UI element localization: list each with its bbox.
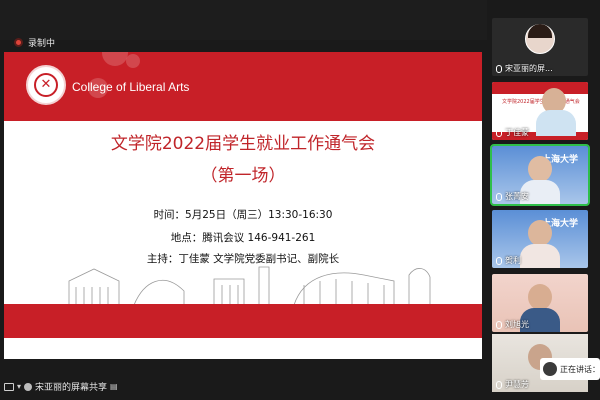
participant-name: 贺利 (505, 256, 521, 265)
shared-screen: ✕ College of Liberal Arts 文学院2022届学生就业工作… (4, 52, 482, 359)
participant-name: 张菁安 (505, 192, 529, 201)
screen-share-icon (4, 382, 14, 391)
decor-circle (126, 54, 140, 68)
recording-indicator[interactable]: 录制中 (14, 36, 55, 49)
thumbnail-header (492, 82, 588, 94)
participant-label: 刘旭光 (496, 319, 529, 330)
speaker-avatar (543, 362, 557, 376)
participant-face (528, 156, 552, 182)
participant-body (536, 110, 576, 136)
meeting-location: 地点：腾讯会议 146-941-261 (170, 232, 316, 244)
participant-tile[interactable]: 文学院2022届学生就业工作通气会 丁佳蒙 (492, 82, 588, 140)
participant-name: 刘旭光 (505, 320, 529, 329)
top-bar (0, 0, 487, 40)
participant-list: 宋亚丽的屏... 文学院2022届学生就业工作通气会 丁佳蒙 上海大学 张菁安 (488, 8, 592, 400)
share-owner-label: 宋亚丽的屏幕共享 (35, 383, 108, 393)
thumbnail-title: 文学院2022届学生就业工作通气会 (502, 99, 580, 105)
participant-label: 张菁安 (496, 191, 529, 202)
participant-face (528, 284, 552, 310)
college-name: College of Liberal Arts (72, 80, 190, 94)
participant-label: 宋亚丽的屏... (496, 63, 553, 74)
meeting-window: 录制中 ✕ College of Liberal Arts 文学院2022届学生… (0, 0, 600, 400)
slide-footer-bar (4, 304, 482, 338)
participant-tile[interactable]: 宋亚丽的屏... (492, 18, 588, 76)
recording-label: 录制中 (28, 39, 56, 49)
slide-body: 文学院2022届学生就业工作通气会 （第一场） 时间：5月25日（周三）13:3… (4, 121, 482, 305)
participant-tile[interactable]: 刘旭光 (492, 274, 588, 332)
speaking-indicator: 正在讲话： (540, 358, 600, 380)
college-logo: ✕ (26, 65, 66, 105)
record-icon (14, 38, 23, 47)
chevron-down-icon: ▾ (17, 382, 22, 391)
slide-footer-strip (4, 338, 482, 359)
mic-icon (496, 256, 502, 265)
participant-label: 贺利 (496, 255, 521, 266)
slide-title: 文学院2022届学生就业工作通气会 (110, 134, 376, 154)
participant-name: 宋亚丽的屏... (505, 64, 553, 73)
mic-icon (496, 192, 502, 201)
mic-icon (496, 380, 502, 389)
participant-body (520, 244, 560, 268)
slide-subtitle: （第一场） (200, 166, 286, 186)
participant-label: 尹慧芳 (496, 379, 529, 390)
mic-icon (496, 128, 502, 137)
share-options-icon: ▤ (110, 382, 118, 391)
slide-header: ✕ College of Liberal Arts (4, 52, 482, 121)
participant-tile-active[interactable]: 上海大学 张菁安 (490, 144, 590, 206)
mic-icon (496, 64, 502, 73)
decor-circle (102, 52, 128, 66)
participant-label: 丁佳蒙 (496, 127, 529, 138)
participant-tile[interactable]: 上海大学 贺利 (492, 210, 588, 268)
meeting-time: 时间：5月25日（周三）13:30-16:30 (153, 209, 333, 221)
user-icon (24, 382, 33, 391)
screen-share-bar[interactable]: ▾ 宋亚丽的屏幕共享 ▤ (4, 380, 118, 393)
participant-name: 丁佳蒙 (505, 128, 529, 137)
participant-name: 尹慧芳 (505, 380, 529, 389)
logo-mark: ✕ (40, 77, 52, 92)
speaking-label: 正在讲话： (560, 364, 600, 374)
mic-icon (496, 320, 502, 329)
campus-sketch-image (68, 266, 431, 305)
participant-face (528, 220, 552, 246)
